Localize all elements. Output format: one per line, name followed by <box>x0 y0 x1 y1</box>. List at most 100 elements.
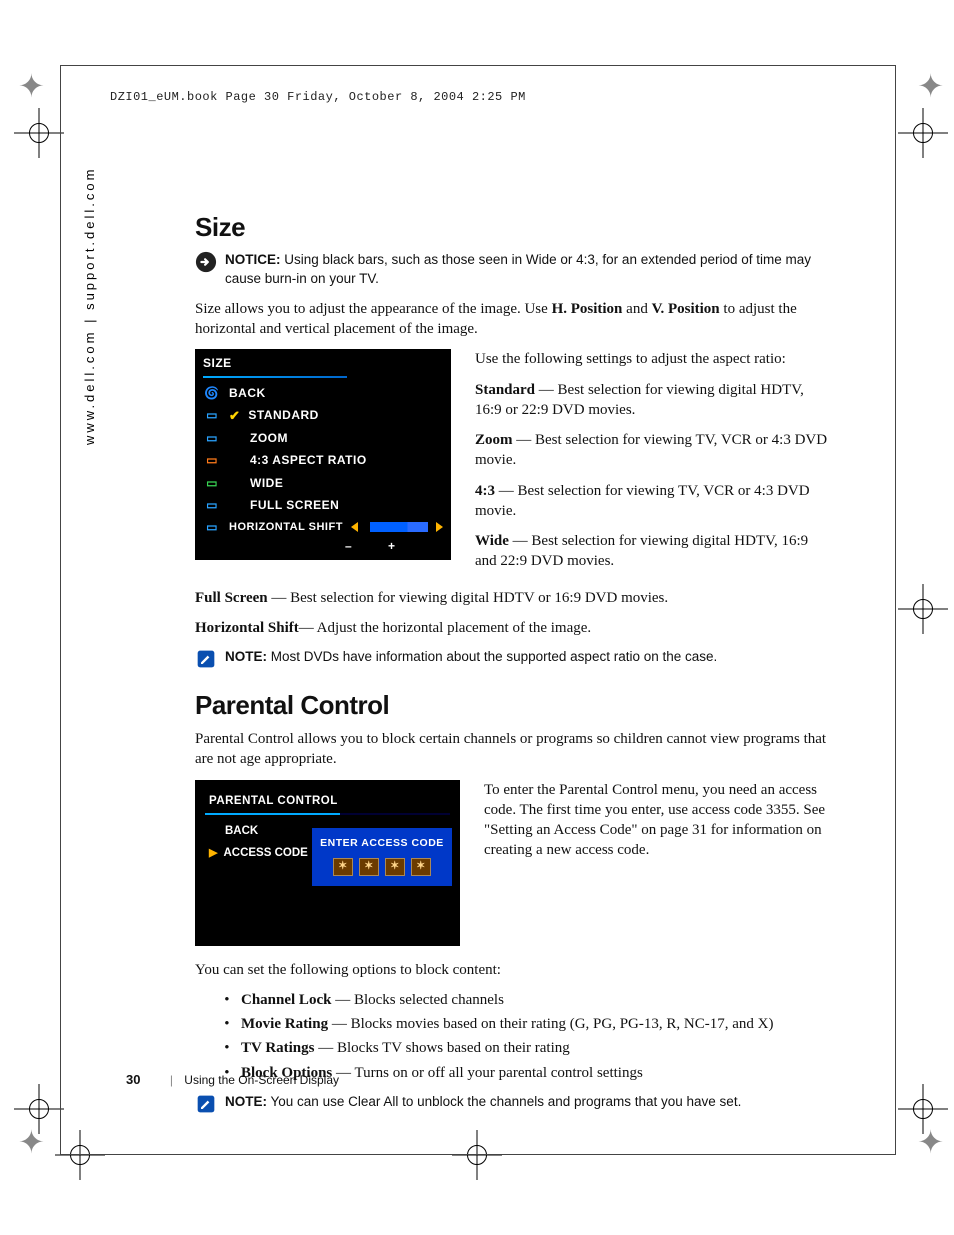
label: 4:3 ASPECT RATIO <box>250 452 367 468</box>
notice-body: Using black bars, such as those seen in … <box>225 252 811 286</box>
def-hshift: Horizontal Shift— Adjust the horizontal … <box>195 618 830 638</box>
def-full: Full Screen — Best selection for viewing… <box>195 588 830 608</box>
label: ACCESS CODE <box>223 846 307 862</box>
text: — Best selection for viewing TV, VCR or … <box>475 483 810 519</box>
text: Size allows you to adjust the appearance… <box>195 301 552 317</box>
text: and <box>622 301 651 317</box>
label: WIDE <box>250 475 283 491</box>
slider-bar <box>370 522 428 532</box>
label: FULL SCREEN <box>250 497 339 513</box>
osd-title: SIZE <box>195 349 451 375</box>
text: — Best selection for viewing digital HDT… <box>475 533 808 569</box>
access-code-panel: ENTER ACCESS CODE ✶ ✶ ✶ ✶ <box>312 828 452 886</box>
list-item: Movie Rating — Blocks movies based on th… <box>237 1014 830 1034</box>
text: — Adjust the horizontal placement of the… <box>299 620 591 636</box>
screen-icon: ▭ <box>203 430 221 446</box>
pc-intro: Parental Control allows you to block cer… <box>195 729 830 770</box>
minus-label: – <box>345 538 352 554</box>
osd-item-wide: ▭ WIDE <box>195 472 451 494</box>
text: To enter the Parental Control menu, you … <box>484 780 830 861</box>
screen-icon: ▭ <box>203 407 221 423</box>
text: — Best selection for viewing TV, VCR or … <box>475 432 827 468</box>
note-pencil-icon <box>195 1093 217 1115</box>
osd-size-menu: SIZE 🌀BACK ▭✔STANDARD ▭ZOOM ▭4:3 ASPECT … <box>195 349 451 560</box>
osd-title: PARENTAL CONTROL <box>195 794 460 810</box>
term: TV Ratings <box>241 1040 315 1056</box>
text: — Best selection for viewing digital HDT… <box>268 590 669 606</box>
note-label: NOTE: <box>225 649 267 664</box>
page-header: DZI01_eUM.book Page 30 Friday, October 8… <box>110 90 526 104</box>
notice-arrow-icon <box>195 251 217 273</box>
separator: | <box>170 1073 173 1087</box>
label: BACK <box>229 385 266 401</box>
page-footer: 30 | Using the On-Screen Display <box>126 1072 339 1087</box>
plus-label: + <box>388 538 395 554</box>
page-number: 30 <box>126 1072 140 1087</box>
registration-mark-icon <box>898 108 948 158</box>
pointer-icon: ▶ <box>209 846 217 861</box>
def-standard: Standard — Best selection for viewing di… <box>475 380 830 421</box>
block-options-list: Channel Lock — Blocks selected channels … <box>195 990 830 1083</box>
osd-item-full: ▭FULL SCREEN <box>195 494 451 516</box>
osd-item-back: 🌀 BACK <box>195 382 451 404</box>
note-block: NOTE: Most DVDs have information about t… <box>195 648 830 670</box>
code-box: ✶ <box>385 858 405 876</box>
heading-size: Size <box>195 210 830 245</box>
term-vposition: V. Position <box>652 301 720 317</box>
right-arrow-icon <box>436 522 443 532</box>
size-intro: Size allows you to adjust the appearance… <box>195 299 830 340</box>
term: Channel Lock <box>241 992 331 1008</box>
enter-label: ENTER ACCESS CODE <box>318 836 446 850</box>
osd-parental-menu: PARENTAL CONTROL BACK ▶ ACCESS CODE ENTER… <box>195 780 460 946</box>
list-item: TV Ratings — Blocks TV shows based on th… <box>237 1038 830 1058</box>
text: — Turns on or off all your parental cont… <box>332 1065 643 1081</box>
note-body: You can use Clear All to unblock the cha… <box>271 1094 742 1109</box>
def-zoom: Zoom — Best selection for viewing TV, VC… <box>475 430 830 471</box>
screen-icon: ▭ <box>203 519 221 535</box>
registration-mark-icon <box>898 584 948 634</box>
heading-parental: Parental Control <box>195 688 830 723</box>
screen-icon: ▭ <box>203 452 221 468</box>
term: Wide <box>475 533 509 549</box>
term-hposition: H. Position <box>552 301 623 317</box>
note-text: NOTE: Most DVDs have information about t… <box>225 648 717 667</box>
term: Full Screen <box>195 590 268 606</box>
note-text: NOTE: You can use Clear All to unblock t… <box>225 1093 741 1112</box>
label: BACK <box>225 824 258 840</box>
notice-block: NOTICE: Using black bars, such as those … <box>195 251 830 289</box>
def-43: 4:3 — Best selection for viewing TV, VCR… <box>475 481 830 522</box>
osd-item-standard: ▭✔STANDARD <box>195 404 451 428</box>
code-box: ✶ <box>359 858 379 876</box>
lead: Use the following settings to adjust the… <box>475 349 830 369</box>
def-wide: Wide — Best selection for viewing digita… <box>475 531 830 572</box>
note-pencil-icon <box>195 648 217 670</box>
note-label: NOTE: <box>225 1094 267 1109</box>
registration-mark-icon <box>14 108 64 158</box>
osd-item-43: ▭ 4:3 ASPECT RATIO <box>195 449 451 471</box>
back-icon: 🌀 <box>203 385 221 401</box>
notice-text: NOTICE: Using black bars, such as those … <box>225 251 830 289</box>
term: Movie Rating <box>241 1016 328 1032</box>
term: Zoom <box>475 432 513 448</box>
pc-after: You can set the following options to blo… <box>195 960 830 980</box>
registration-mark-icon <box>14 1084 64 1134</box>
list-item: Channel Lock — Blocks selected channels <box>237 990 830 1010</box>
code-box: ✶ <box>411 858 431 876</box>
notice-label: NOTICE: <box>225 252 281 267</box>
footer-section: Using the On-Screen Display <box>184 1073 339 1087</box>
note-body: Most DVDs have information about the sup… <box>271 649 718 664</box>
pc-right-text: To enter the Parental Control menu, you … <box>484 780 830 871</box>
left-arrow-icon <box>351 522 358 532</box>
term: 4:3 <box>475 483 495 499</box>
crop-ornament-icon: ✦ <box>18 70 45 102</box>
osd-item-hshift: ▭ HORIZONTAL SHIFT <box>195 516 451 538</box>
check-icon: ✔ <box>229 407 240 425</box>
screen-icon: ▭ <box>203 475 221 491</box>
term: Standard <box>475 382 535 398</box>
label: ZOOM <box>250 430 288 446</box>
registration-mark-icon <box>898 1084 948 1134</box>
text: — Blocks selected channels <box>331 992 503 1008</box>
text: — Blocks movies based on their rating (G… <box>328 1016 773 1032</box>
page-content: Size NOTICE: Using black bars, such as t… <box>195 210 830 1125</box>
note-block: NOTE: You can use Clear All to unblock t… <box>195 1093 830 1115</box>
